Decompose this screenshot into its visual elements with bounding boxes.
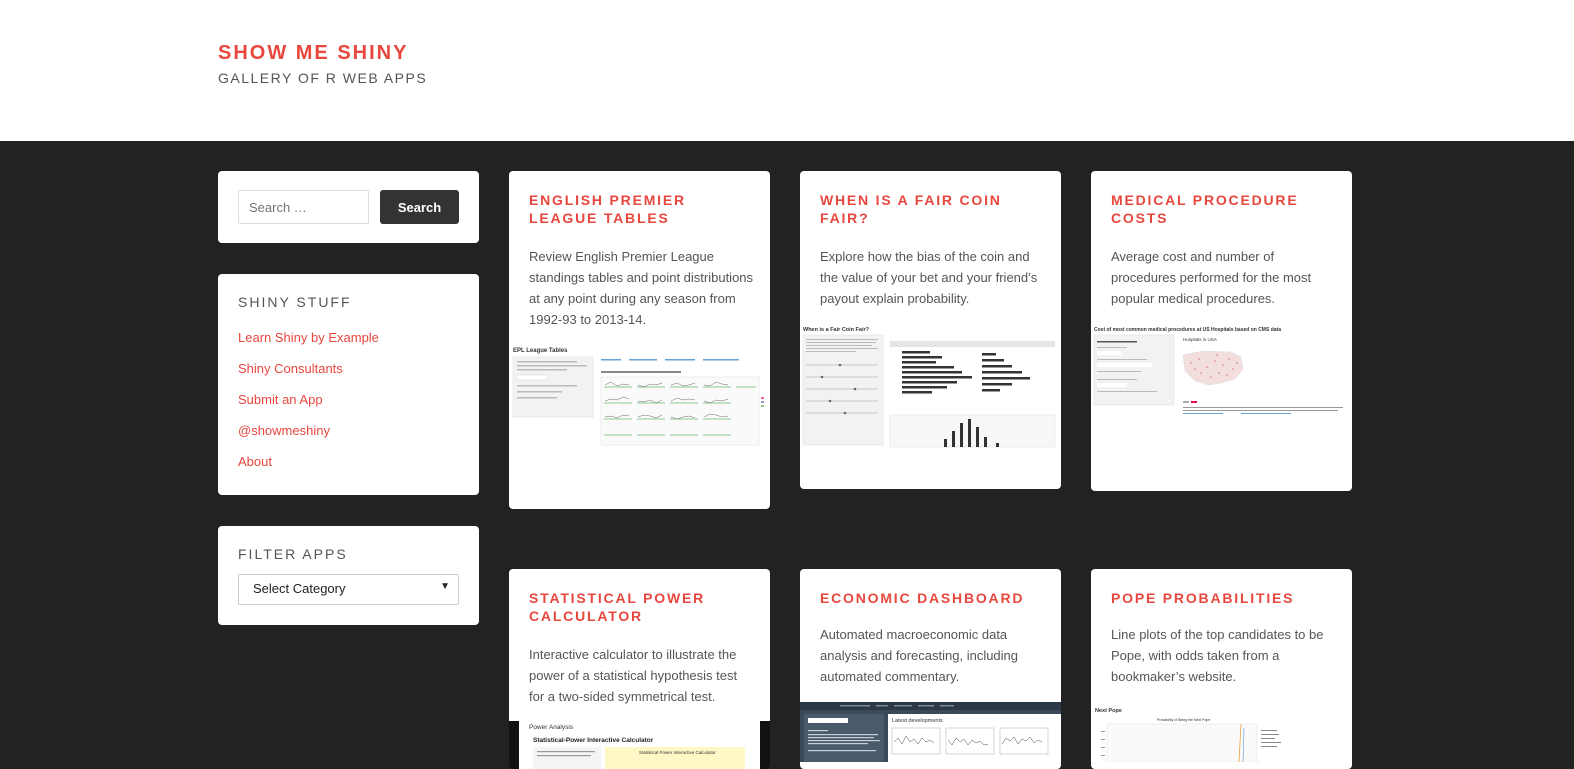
app-title[interactable]: ECONOMIC DASHBOARD xyxy=(820,589,1042,607)
app-description: Explore how the bias of the coin and the… xyxy=(820,249,1038,306)
app-title[interactable]: STATISTICAL POWER CALCULATOR xyxy=(529,589,751,625)
shiny-links-list: Learn Shiny by Example Shiny Consultants… xyxy=(238,329,379,484)
app-thumbnail[interactable]: When is a Fair Coin Fair? xyxy=(800,323,1061,451)
thumb-title: Next Pope xyxy=(1095,708,1122,714)
widget-title: SHINY STUFF xyxy=(238,294,352,310)
app-thumbnail[interactable]: EPL League Tables xyxy=(509,341,770,469)
thumb-title: Power Analysis xyxy=(529,724,574,731)
chevron-down-icon: ▼ xyxy=(440,581,450,592)
app-card[interactable]: ECONOMIC DASHBOARD Automated macroeconom… xyxy=(800,569,1061,769)
thumb-title: Latest developments xyxy=(892,718,943,724)
app-title[interactable]: ENGLISH PREMIER LEAGUE TABLES xyxy=(529,191,751,227)
app-title[interactable]: POPE PROBABILITIES xyxy=(1111,589,1333,607)
app-card[interactable]: STATISTICAL POWER CALCULATOR Interactive… xyxy=(509,569,770,769)
app-card[interactable]: POPE PROBABILITIES Line plots of the top… xyxy=(1091,569,1352,769)
app-description: Line plots of the top candidates to be P… xyxy=(1111,627,1324,684)
svg-text:Statistical Power Interactive: Statistical Power Interactive Calculator xyxy=(639,750,716,755)
app-description: Review English Premier League standings … xyxy=(529,249,754,327)
thumb-title: When is a Fair Coin Fair? xyxy=(803,327,870,333)
filter-widget: FILTER APPS Select Category ▼ xyxy=(218,526,479,625)
search-button[interactable]: Search xyxy=(380,190,459,224)
svg-text:Hospitals in USA: Hospitals in USA xyxy=(1183,337,1217,342)
link-learn-shiny[interactable]: Learn Shiny by Example xyxy=(238,329,379,360)
thumb-title: Cost of most common medical procedures a… xyxy=(1094,327,1281,333)
app-description: Interactive calculator to illustrate the… xyxy=(529,647,738,704)
category-select-value: Select Category xyxy=(253,581,346,596)
thumb-subtitle: Statistical-Power Interactive Calculator xyxy=(533,737,654,744)
app-description: Average cost and number of procedures pe… xyxy=(1111,249,1312,306)
category-select[interactable]: Select Category ▼ xyxy=(238,574,459,605)
widget-title: FILTER APPS xyxy=(238,546,348,562)
svg-text:Probability of Being the Next: Probability of Being the Next Pope xyxy=(1157,718,1210,722)
app-title[interactable]: WHEN IS A FAIR COIN FAIR? xyxy=(820,191,1042,227)
site-title[interactable]: SHOW ME SHINY xyxy=(218,42,408,65)
site-description: GALLERY OF R WEB APPS xyxy=(218,70,428,86)
search-widget: Search xyxy=(218,171,479,243)
app-description: Automated macroeconomic data analysis an… xyxy=(820,627,1019,684)
app-card[interactable]: WHEN IS A FAIR COIN FAIR? Explore how th… xyxy=(800,171,1061,489)
search-input[interactable] xyxy=(238,190,369,224)
link-shiny-consultants[interactable]: Shiny Consultants xyxy=(238,360,379,391)
shiny-stuff-widget: SHINY STUFF Learn Shiny by Example Shiny… xyxy=(218,274,479,495)
site-header: SHOW ME SHINY GALLERY OF R WEB APPS xyxy=(0,0,1574,141)
app-card[interactable]: ENGLISH PREMIER LEAGUE TABLES Review Eng… xyxy=(509,171,770,509)
app-thumbnail[interactable]: Latest developments xyxy=(800,702,1061,762)
app-title[interactable]: MEDICAL PROCEDURE COSTS xyxy=(1111,191,1333,227)
app-card[interactable]: MEDICAL PROCEDURE COSTS Average cost and… xyxy=(1091,171,1352,491)
link-submit-app[interactable]: Submit an App xyxy=(238,391,379,422)
app-thumbnail[interactable]: Next Pope Probability of Being the Next … xyxy=(1091,702,1352,762)
link-twitter[interactable]: @showmeshiny xyxy=(238,422,379,453)
app-thumbnail[interactable]: Cost of most common medical procedures a… xyxy=(1091,323,1352,451)
thumb-title: EPL League Tables xyxy=(513,348,568,354)
link-about[interactable]: About xyxy=(238,453,379,484)
